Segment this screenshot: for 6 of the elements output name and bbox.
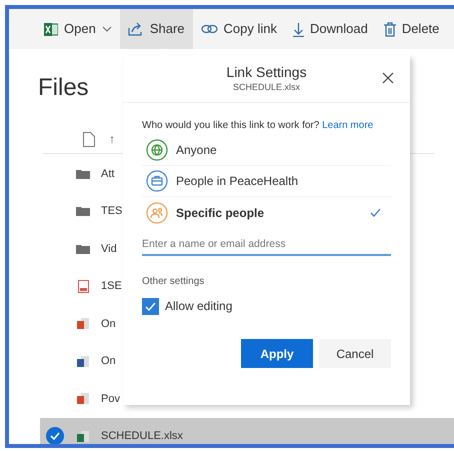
dialog-title: Link Settings [226,62,307,81]
checkbox-label: Allow editing [165,298,232,315]
section-label: Other settings [141,275,206,289]
link-question: Who would you like this link to work for? Learn more [141,119,374,133]
page-title: Files [38,73,89,103]
dialog-subtitle: SCHEDULE.xlsx [232,80,300,94]
